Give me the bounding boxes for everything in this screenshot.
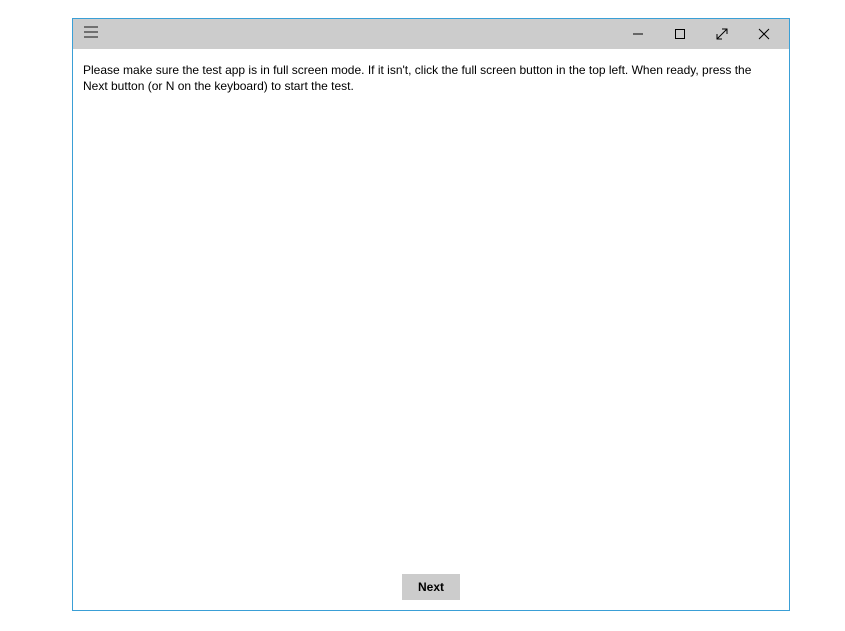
titlebar-left	[77, 20, 105, 48]
close-icon	[758, 28, 770, 40]
maximize-button[interactable]	[659, 20, 701, 48]
maximize-icon	[674, 28, 686, 40]
close-button[interactable]	[743, 20, 785, 48]
next-button[interactable]: Next	[402, 574, 460, 600]
minimize-icon	[632, 28, 644, 40]
app-window: Please make sure the test app is in full…	[72, 18, 790, 611]
fullscreen-button[interactable]	[701, 20, 743, 48]
minimize-button[interactable]	[617, 20, 659, 48]
footer: Next	[73, 570, 789, 610]
content-area: Please make sure the test app is in full…	[73, 49, 789, 570]
titlebar	[73, 19, 789, 49]
fullscreen-icon	[715, 27, 729, 41]
menu-button[interactable]	[77, 20, 105, 48]
hamburger-icon	[84, 25, 98, 43]
titlebar-right	[617, 20, 785, 48]
instructions-text: Please make sure the test app is in full…	[83, 62, 779, 94]
